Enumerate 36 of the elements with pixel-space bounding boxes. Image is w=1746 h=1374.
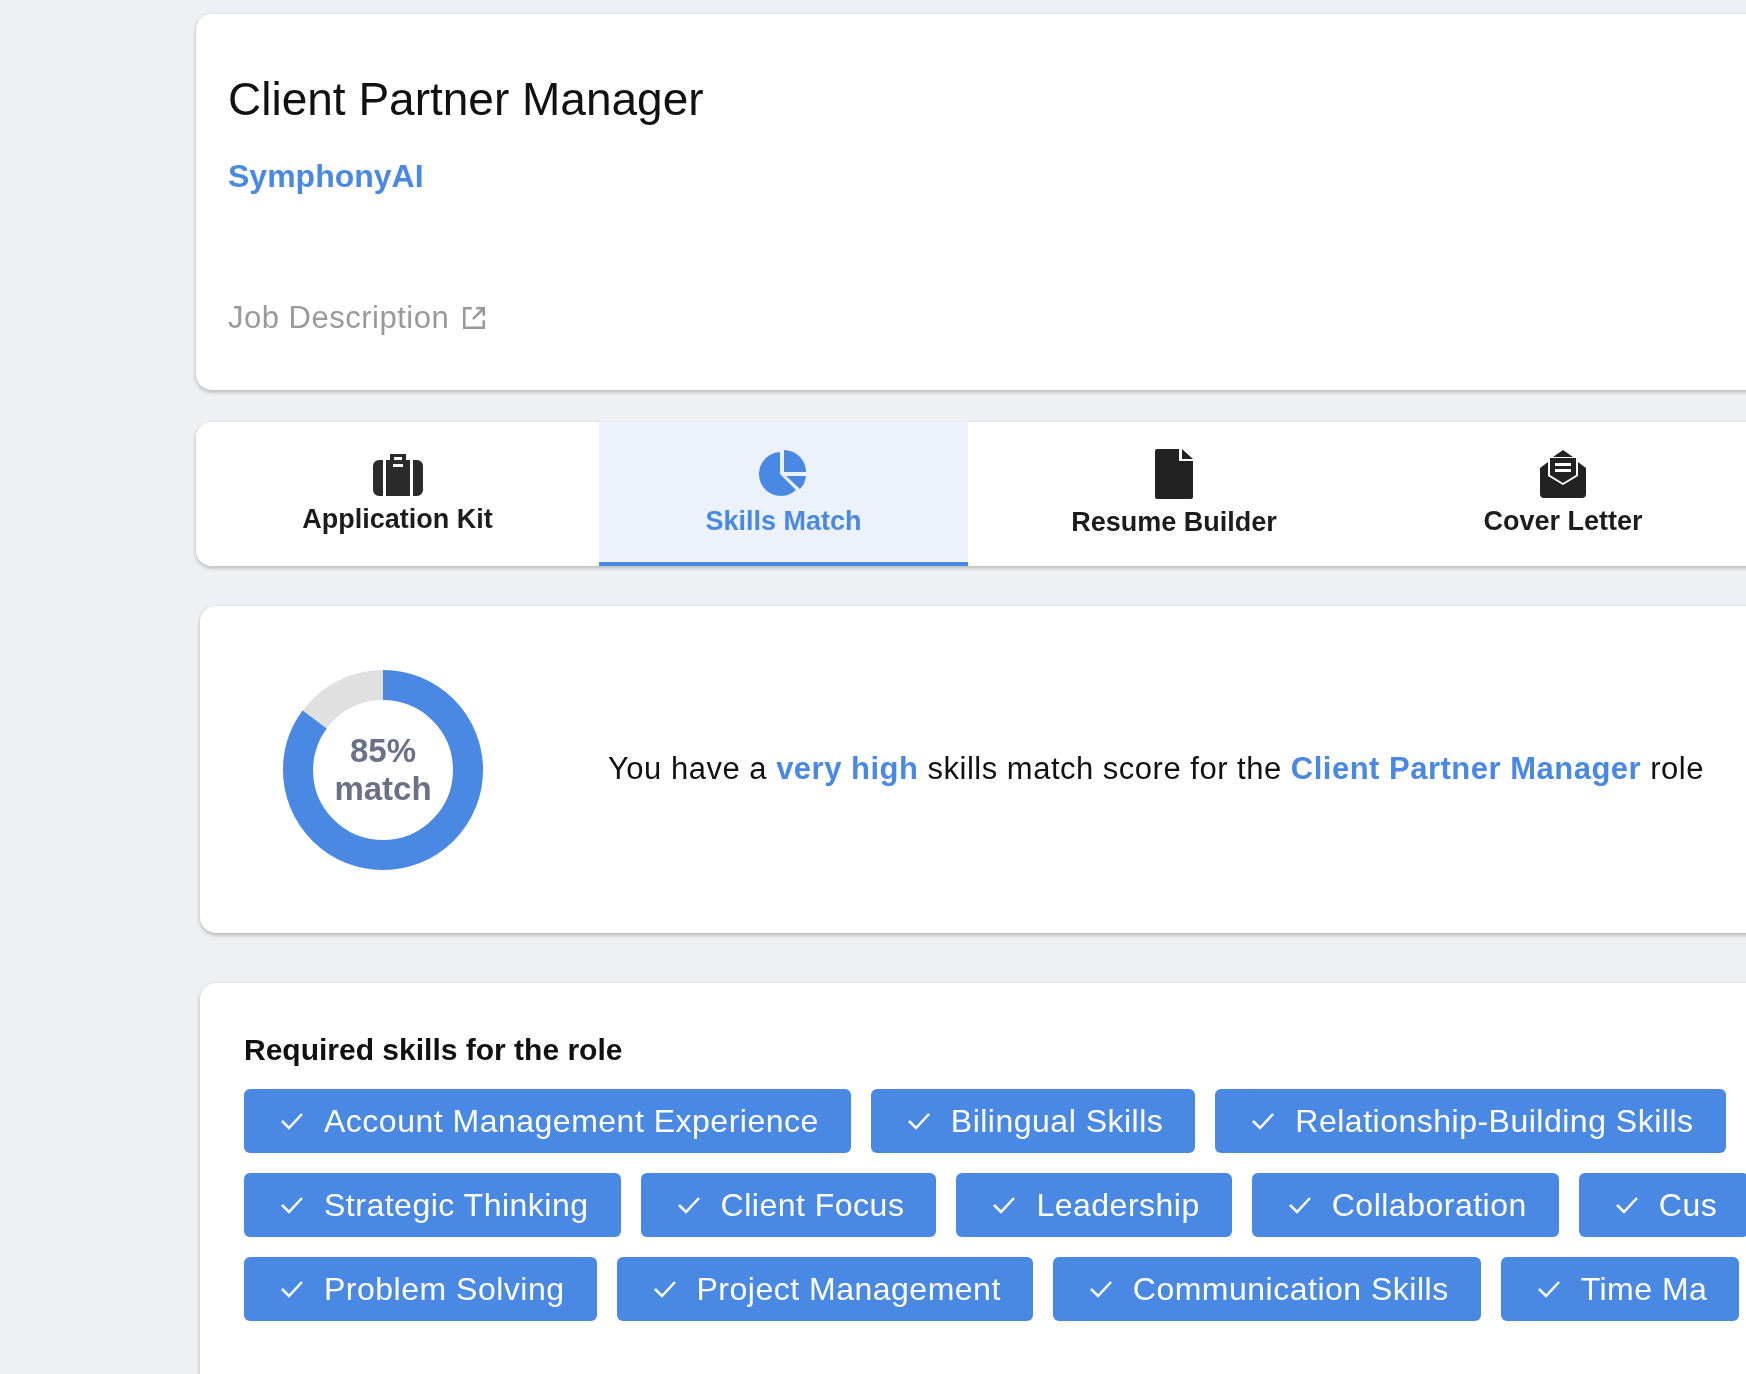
skill-chip: Strategic Thinking xyxy=(244,1173,621,1237)
skill-chip: Problem Solving xyxy=(244,1257,597,1321)
check-icon xyxy=(1088,1280,1113,1298)
check-icon xyxy=(280,1196,304,1214)
tab[interactable]: Application Kit xyxy=(196,422,599,566)
check-icon xyxy=(652,1280,677,1298)
skills-heading: Required skills for the role xyxy=(244,1035,624,1065)
match-percent: 85% xyxy=(349,731,417,770)
skill-chip: Cus xyxy=(1578,1173,1746,1237)
tab[interactable]: Cover Letter xyxy=(1380,422,1746,566)
check-icon xyxy=(1251,1112,1276,1130)
skill-chip: Account Management Experience xyxy=(244,1089,851,1153)
check-icon xyxy=(906,1112,931,1130)
skill-chip: Communication Skills xyxy=(1052,1257,1481,1321)
check-icon xyxy=(280,1112,304,1130)
check-icon xyxy=(1536,1280,1561,1298)
briefcase-icon xyxy=(372,451,423,496)
company-link[interactable]: SymphonyAI xyxy=(228,160,424,192)
tab[interactable]: Resume Builder xyxy=(968,422,1380,566)
skill-chip: Bilingual Skills xyxy=(870,1089,1196,1153)
skill-chip: Client Focus xyxy=(640,1173,937,1237)
external-link-icon xyxy=(461,304,488,331)
check-icon xyxy=(1614,1196,1639,1214)
skill-chip: Project Management xyxy=(616,1257,1033,1321)
check-icon xyxy=(280,1280,304,1298)
match-label: match xyxy=(334,769,432,808)
document-icon xyxy=(1155,448,1193,499)
skill-chip: Relationship-Building Skills xyxy=(1215,1089,1726,1153)
check-icon xyxy=(1287,1196,1312,1214)
skill-chip: Leadership xyxy=(956,1173,1232,1237)
check-icon xyxy=(992,1196,1017,1214)
envelope-icon xyxy=(1538,449,1588,498)
check-icon xyxy=(676,1196,701,1214)
skill-chip: Time Ma xyxy=(1500,1257,1740,1321)
match-summary: You have a very high skills match score for the Client Partner Manager role xyxy=(608,750,1704,789)
skill-chip: Collaboration xyxy=(1251,1173,1559,1237)
